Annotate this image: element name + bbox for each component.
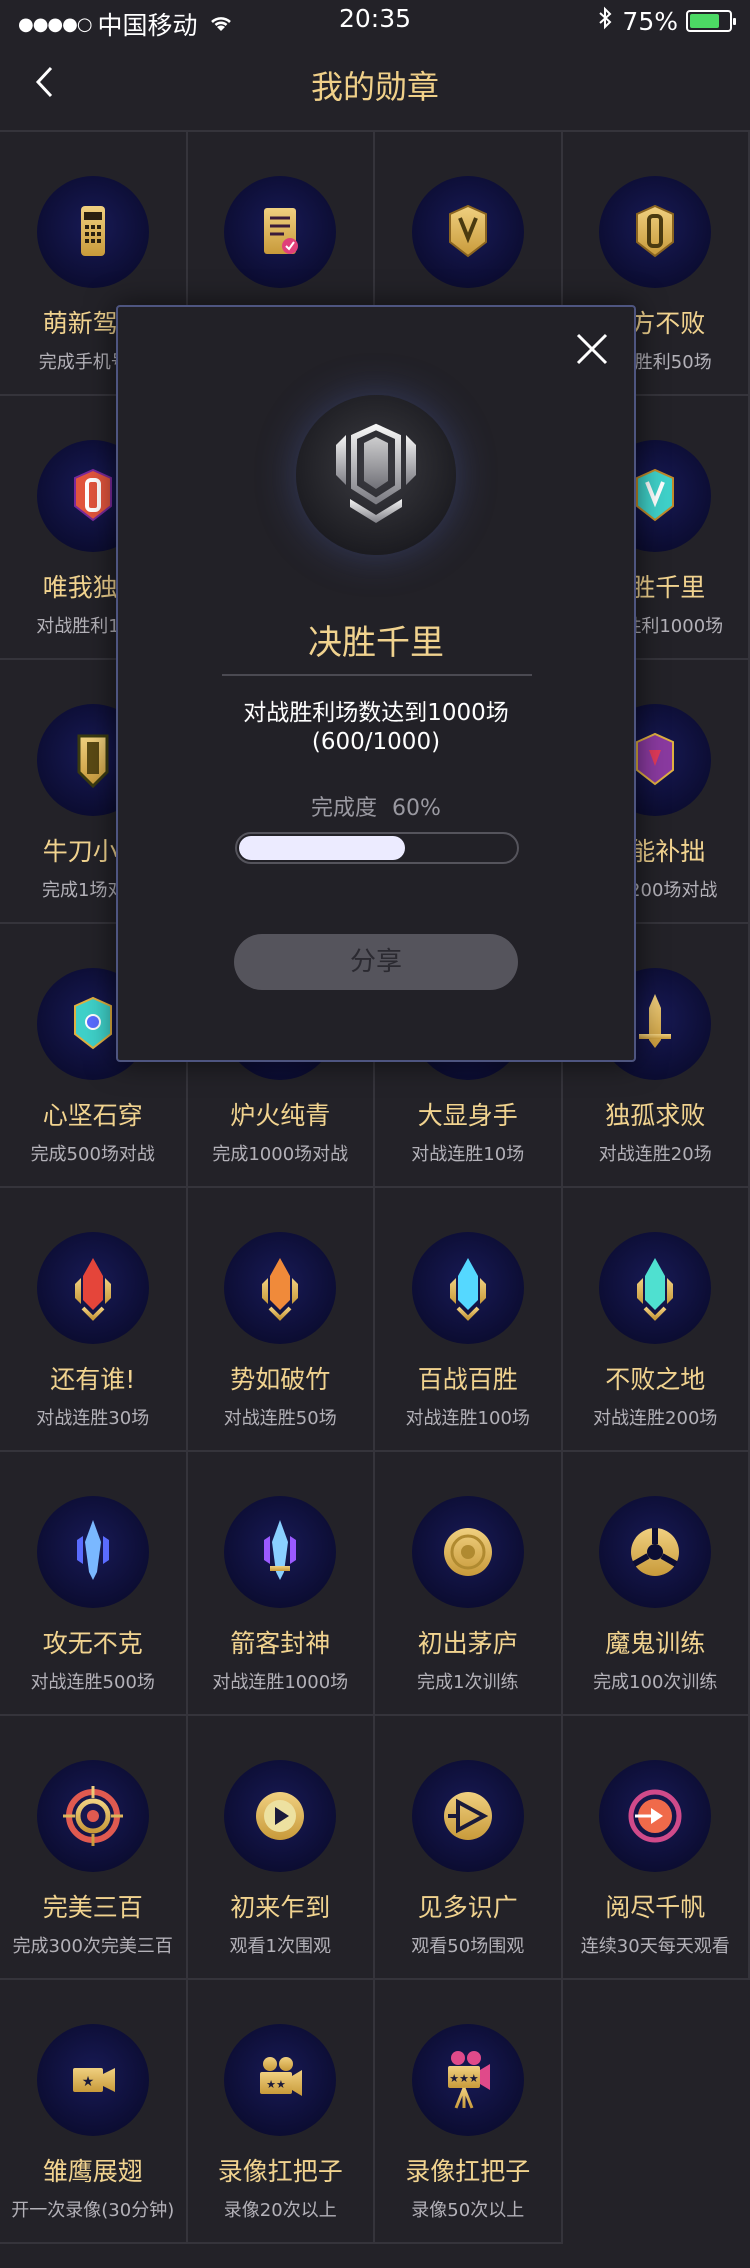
status-right: 75% [598,6,736,36]
badge-name: 还有谁! [50,1365,136,1394]
badge-cell[interactable]: 势如破竹对战连胜50场 [187,1188,375,1452]
badge-cell[interactable]: 百战百胜对战连胜100场 [375,1188,563,1452]
badge-description: 对战连胜200场 [593,1408,718,1429]
nav-bar: 我的勋章 [0,40,750,130]
badge-description: 开一次录像(30分钟) [11,2200,175,2221]
svg-text:★★★: ★★★ [449,2072,479,2085]
badge-cell[interactable]: 攻无不克对战连胜500场 [0,1452,188,1716]
page-title: 我的勋章 [310,68,439,106]
badge-cell[interactable]: ★ 雏鹰展翅开一次录像(30分钟) [0,1980,188,2244]
badge-name: 大显身手 [417,1101,518,1130]
badge-cell[interactable]: 初来乍到观看1次围观 [187,1716,375,1980]
badge-description: 对战连胜1000场 [212,1672,349,1693]
badge-cell[interactable]: 初出茅庐完成1次训练 [375,1452,563,1716]
badge-description: 连续30天每天观看 [580,1936,730,1957]
scroll-badge-icon [224,176,337,288]
close-button[interactable] [572,329,612,369]
play-outline-badge-icon [411,1760,524,1872]
badge-description: 对战连胜100场 [405,1408,530,1429]
badge-description: 录像20次以上 [223,2200,337,2221]
badge-description: 对战连胜50场 [223,1408,337,1429]
modal-title: 决胜千里 [308,623,444,663]
wheel-gold-badge-icon [599,1496,712,1608]
badge-name: 完美三百 [42,1893,143,1922]
modal-divider [222,674,532,676]
badge-name: 心坚石穿 [42,1101,143,1130]
camera-star-badge-icon: ★ [36,2024,149,2136]
badge-cell[interactable]: 阅尽千帆连续30天每天观看 [562,1716,750,1980]
camera-tripod-badge-icon: ★★★ [411,2024,524,2136]
badge-name: 见多识广 [417,1893,518,1922]
play-gold-badge-icon [224,1760,337,1872]
rocket-red-badge-icon [36,1232,149,1344]
badge-cell[interactable]: ★★★ 录像扛把子录像50次以上 [375,1980,563,2244]
badge-name: 魔鬼训练 [605,1629,706,1658]
badge-name: 不败之地 [605,1365,706,1394]
badge-cell [563,1980,750,2244]
badge-description: 录像50次以上 [411,2200,525,2221]
badge-name: 雏鹰展翅 [42,2157,143,2186]
blade-purple-badge-icon [224,1496,337,1608]
badge-name: 阅尽千帆 [605,1893,706,1922]
completion-label: 完成度 [311,796,378,821]
target-red-badge-icon [36,1760,149,1872]
progress-bar [235,832,519,864]
close-icon [572,333,612,373]
progress-fill [239,836,405,860]
shield-v-badge-icon [411,176,524,288]
completion-value: 60% [392,796,441,821]
rocket-teal-badge-icon [599,1232,712,1344]
badge-cell[interactable]: 完美三百完成300次完美三百 [0,1716,188,1980]
badge-detail-modal: 决胜千里 对战胜利场数达到1000场 (600/1000) 完成度 60% 分享 [116,305,636,1062]
badge-name: 百战百胜 [417,1365,518,1394]
badge-name: 录像扛把子 [217,2157,343,2186]
svg-text:★★: ★★ [266,2078,286,2091]
modal-description: 对战胜利场数达到1000场 [243,700,509,726]
shield-gold-badge-icon [599,176,712,288]
badge-description: 对战连胜20场 [598,1144,712,1165]
badge-cell[interactable]: ★★ 录像扛把子录像20次以上 [187,1980,375,2244]
badge-name: 初来乍到 [230,1893,331,1922]
badge-name: 初出茅庐 [417,1629,518,1658]
shield-silver-badge-icon [296,395,456,555]
bluetooth-icon [598,6,612,36]
status-bar: ●●●●○ 中国移动 20:35 75% [0,0,750,40]
share-button[interactable]: 分享 [234,934,518,990]
badge-description: 对战连胜10场 [411,1144,525,1165]
badge-description: 对战连胜500场 [30,1672,155,1693]
badge-description: 完成300次完美三百 [12,1936,173,1957]
badge-description: 对战连胜30场 [36,1408,150,1429]
svg-text:★: ★ [81,2074,94,2090]
camera-reel-badge-icon: ★★ [224,2024,337,2136]
completion-rate: 完成度 60% [118,790,634,822]
badge-description: 完成1次训练 [417,1672,519,1693]
rocket-cyan-badge-icon [411,1232,524,1344]
modal-progress-count: (600/1000) [311,729,441,755]
badge-cell[interactable]: 魔鬼训练完成100次训练 [562,1452,750,1716]
badge-cell[interactable]: 箭客封神对战连胜1000场 [187,1452,375,1716]
battery-icon [686,10,736,32]
badge-cell[interactable]: 还有谁! 对战连胜30场 [0,1188,188,1452]
badge-description: 完成500场对战 [30,1144,155,1165]
badge-description: 完成100次训练 [593,1672,718,1693]
badge-description: 观看1次围观 [229,1936,331,1957]
battery-percent: 75% [622,6,678,36]
badge-name: 攻无不克 [42,1629,143,1658]
blade-blue-badge-icon [36,1496,149,1608]
badge-description: 完成1000场对战 [212,1144,349,1165]
badge-name: 炉火纯青 [230,1101,331,1130]
play-red-badge-icon [599,1760,712,1872]
badge-name: 录像扛把子 [405,2157,531,2186]
badge-cell[interactable]: 见多识广观看50场围观 [375,1716,563,1980]
badge-cell[interactable]: 不败之地对战连胜200场 [562,1188,750,1452]
badge-description: 观看50场围观 [411,1936,525,1957]
phone-badge-icon [36,176,149,288]
target-gold-badge-icon [411,1496,524,1608]
badge-name: 独孤求败 [605,1101,706,1130]
rocket-orange-badge-icon [224,1232,337,1344]
battery-fill [690,14,719,28]
badge-name: 箭客封神 [230,1629,331,1658]
badge-name: 势如破竹 [230,1365,331,1394]
